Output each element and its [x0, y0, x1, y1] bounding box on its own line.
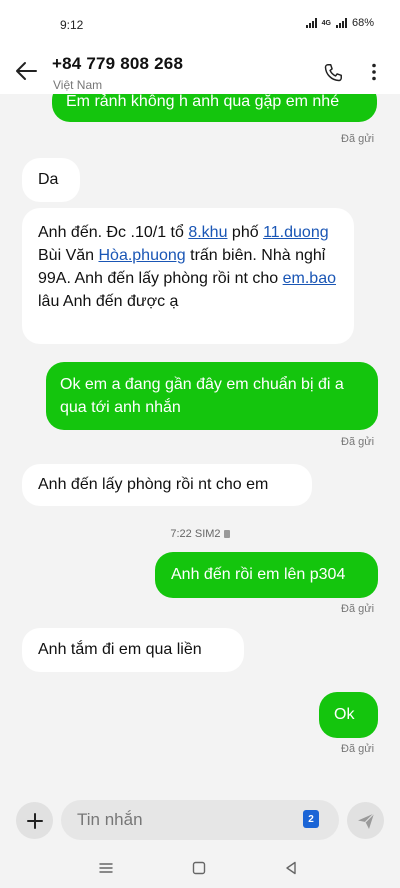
system-nav-bar [0, 850, 400, 888]
status-indicators: 4G 68% [305, 17, 374, 29]
add-attachment-button[interactable] [16, 802, 53, 839]
message-text-part: lâu Anh đến được ạ [38, 293, 179, 310]
sim-selector-badge[interactable]: 2 [303, 810, 319, 828]
conversation-header: +84 779 808 268 Việt Nam [0, 46, 400, 94]
triangle-back-icon[interactable] [281, 858, 301, 878]
message-text: Ok em a đang gần đây em chuẩn bị đi a qu… [60, 376, 344, 416]
send-icon [357, 812, 374, 829]
outgoing-message[interactable]: Ok [319, 692, 378, 738]
square-icon[interactable] [189, 858, 209, 878]
delivery-status: Đã gửi [341, 743, 375, 755]
delivery-status: Đã gửi [341, 133, 375, 145]
message-list[interactable]: Em rảnh không h anh qua gặp em nhé Đã gử… [0, 94, 400, 792]
message-link[interactable]: Hòa.phuong [98, 247, 185, 264]
message-text: Da [38, 171, 59, 188]
message-text: Ok [334, 706, 355, 723]
contact-country: Việt Nam [53, 78, 103, 92]
message-text: Anh tắm đi em qua liền [38, 641, 202, 658]
message-input[interactable] [77, 809, 287, 831]
phone-icon[interactable] [322, 62, 344, 84]
send-button[interactable] [347, 802, 384, 839]
arrow-left-icon[interactable] [14, 60, 38, 82]
signal-icon-2 [335, 18, 347, 28]
incoming-message[interactable]: Anh đến lấy phòng rồi nt cho em [22, 464, 312, 506]
status-time: 9:12 [60, 18, 84, 32]
message-text-part: phố [227, 224, 264, 241]
menu-lines-icon[interactable] [96, 858, 116, 878]
battery-level: 68% [351, 17, 374, 29]
incoming-message[interactable]: Da [22, 158, 80, 202]
message-link[interactable]: em.bao [283, 270, 336, 287]
message-text-part: Bùi Văn [38, 247, 99, 264]
outgoing-message[interactable]: Anh đến rồi em lên p304 [155, 552, 378, 598]
message-text: Anh đến lấy phòng rồi nt cho em [38, 476, 269, 493]
status-bar: 9:12 4G 68% [0, 0, 400, 46]
delivery-status: Đã gửi [341, 436, 375, 448]
message-text-part: Anh đến. Đc .10/1 tổ [38, 224, 189, 241]
message-link[interactable]: 11.duong [263, 224, 329, 241]
sim-card-icon [223, 530, 230, 538]
plus-icon [26, 812, 43, 829]
composer-bar: 2 [0, 792, 400, 850]
separator-time: 7:22 [170, 528, 192, 540]
time-separator: 7:22 SIM2 [0, 528, 400, 540]
separator-sim: SIM2 [194, 528, 221, 540]
message-input-container[interactable]: 2 [61, 800, 339, 840]
incoming-message[interactable]: Anh đến. Đc .10/1 tổ 8.khu phố 11.duong … [22, 208, 354, 344]
network-type-label: 4G [321, 19, 331, 27]
delivery-status: Đã gửi [341, 603, 375, 615]
message-link[interactable]: 8.khu [188, 224, 227, 241]
message-text: Anh đến rồi em lên p304 [171, 566, 346, 583]
outgoing-message[interactable]: Em rảnh không h anh qua gặp em nhé [52, 94, 377, 122]
contact-phone-number[interactable]: +84 779 808 268 [52, 54, 183, 74]
signal-icon [305, 18, 317, 28]
outgoing-message[interactable]: Ok em a đang gần đây em chuẩn bị đi a qu… [46, 362, 378, 430]
message-text: Em rảnh không h anh qua gặp em nhé [66, 94, 340, 110]
incoming-message[interactable]: Anh tắm đi em qua liền [22, 628, 244, 672]
more-vertical-icon[interactable] [364, 62, 384, 82]
